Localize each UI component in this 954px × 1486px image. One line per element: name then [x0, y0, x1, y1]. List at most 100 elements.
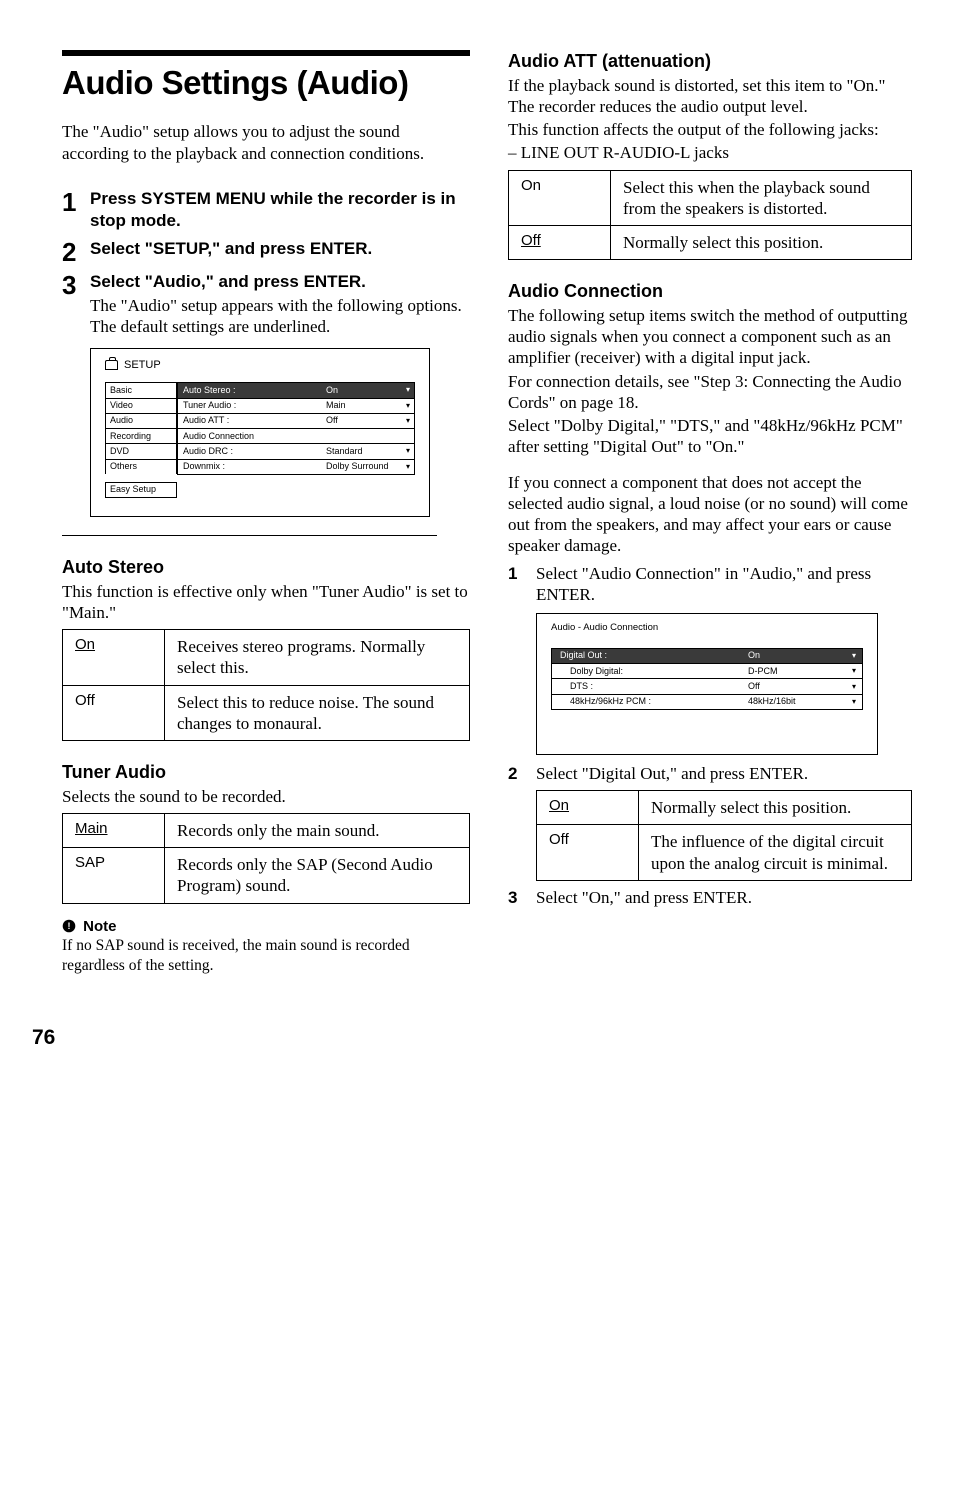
- note-icon: !: [62, 919, 76, 933]
- page-number: 76: [32, 1025, 470, 1051]
- setup-cat-dvd: DVD: [105, 443, 177, 458]
- chevron-down-icon: ▾: [406, 417, 410, 425]
- substep-3: 3 Select "On," and press ENTER.: [508, 887, 912, 908]
- table-row: Off Normally select this position.: [509, 226, 912, 260]
- setup-screenshot: SETUP Basic Video Audio Recording DVD Ot…: [90, 348, 430, 518]
- setup-row-audio-drc: Audio DRC : Standard▾: [177, 443, 415, 458]
- audio-att-p2: This function affects the output of the …: [508, 119, 912, 140]
- option-key: Main: [75, 820, 108, 837]
- audio-conn-p3: Select "Dolby Digital," "DTS," and "48kH…: [508, 415, 912, 458]
- ac-row-digital-out: Digital Out : On▾: [551, 648, 863, 663]
- option-desc: Receives stereo programs. Normally selec…: [165, 630, 470, 686]
- table-row: Off The influence of the digital circuit…: [537, 825, 912, 881]
- substep-text: Select "On," and press ENTER.: [536, 887, 912, 908]
- substep-number: 2: [508, 763, 536, 784]
- option-desc: Select this to reduce noise. The sound c…: [165, 685, 470, 741]
- option-desc: Normally select this position.: [611, 226, 912, 260]
- setup-options-list: Auto Stereo : On▾ Tuner Audio : Main▾ Au…: [177, 382, 415, 498]
- audio-conn-p4: If you connect a component that does not…: [508, 472, 912, 557]
- setup-cat-audio: Audio: [105, 413, 177, 428]
- audio-att-table: On Select this when the playback sound f…: [508, 170, 912, 261]
- chevron-down-icon: ▾: [406, 463, 410, 471]
- setup-cat-others: Others: [105, 459, 177, 474]
- digital-out-table: On Normally select this position. Off Th…: [536, 790, 912, 881]
- ui-title: Audio - Audio Connection: [551, 622, 863, 634]
- setup-row-downmix: Downmix : Dolby Surround▾: [177, 459, 415, 475]
- audio-conn-p1: The following setup items switch the met…: [508, 305, 912, 369]
- chevron-down-icon: ▾: [852, 652, 856, 660]
- setup-ui-title: SETUP: [105, 359, 415, 373]
- audio-connection-heading: Audio Connection: [508, 280, 912, 303]
- setup-title-text: SETUP: [124, 359, 161, 373]
- ac-row-pcm: 48kHz/96kHz PCM : 48kHz/16bit▾: [551, 694, 863, 710]
- substep-number: 3: [508, 887, 536, 908]
- substep-text: Select "Digital Out," and press ENTER.: [536, 763, 912, 784]
- svg-text:!: !: [68, 921, 71, 931]
- substep-number: 1: [508, 563, 536, 606]
- tuner-audio-heading: Tuner Audio: [62, 761, 470, 784]
- substep-text: Select "Audio Connection" in "Audio," an…: [536, 563, 912, 606]
- table-row: Off Select this to reduce noise. The sou…: [63, 685, 470, 741]
- step-number: 1: [62, 188, 90, 215]
- tuner-audio-table: Main Records only the main sound. SAP Re…: [62, 813, 470, 904]
- option-key: SAP: [63, 848, 165, 904]
- option-key: Off: [521, 232, 541, 249]
- option-key: Off: [63, 685, 165, 741]
- toolbox-icon: [105, 360, 118, 370]
- setup-row-tuner-audio: Tuner Audio : Main▾: [177, 398, 415, 413]
- table-row: On Select this when the playback sound f…: [509, 170, 912, 226]
- option-desc: Normally select this position.: [639, 791, 912, 825]
- chevron-down-icon: ▾: [406, 402, 410, 410]
- setup-row-audio-att: Audio ATT : Off▾: [177, 413, 415, 428]
- chevron-down-icon: ▾: [852, 667, 856, 675]
- note-heading: ! Note: [62, 918, 470, 937]
- step-heading: Select "SETUP," and press ENTER.: [90, 238, 470, 260]
- substep-2: 2 Select "Digital Out," and press ENTER.: [508, 763, 912, 784]
- intro-text: The "Audio" setup allows you to adjust t…: [62, 121, 470, 164]
- option-desc: Select this when the playback sound from…: [611, 170, 912, 226]
- table-row: Main Records only the main sound.: [63, 813, 470, 847]
- step-text: The "Audio" setup appears with the follo…: [90, 295, 470, 338]
- tuner-audio-para: Selects the sound to be recorded.: [62, 786, 470, 807]
- chevron-down-icon: ▾: [406, 386, 410, 394]
- chevron-down-icon: ▾: [852, 683, 856, 691]
- setup-row-audio-connection: Audio Connection: [177, 428, 415, 443]
- audio-att-heading: Audio ATT (attenuation): [508, 50, 912, 73]
- title-rule: [62, 50, 470, 56]
- divider: [62, 535, 437, 536]
- setup-cat-recording: Recording: [105, 428, 177, 443]
- step-heading: Select "Audio," and press ENTER.: [90, 271, 470, 293]
- auto-stereo-table: On Receives stereo programs. Normally se…: [62, 629, 470, 741]
- step-number: 2: [62, 238, 90, 265]
- option-key: On: [75, 636, 95, 653]
- step-heading: Press SYSTEM MENU while the recorder is …: [90, 188, 470, 232]
- step-3: 3 Select "Audio," and press ENTER. The "…: [62, 271, 470, 338]
- auto-stereo-para: This function is effective only when "Tu…: [62, 581, 470, 624]
- ac-row-dolby: Dolby Digital: D-PCM▾: [551, 663, 863, 678]
- option-desc: Records only the SAP (Second Audio Progr…: [165, 848, 470, 904]
- audio-connection-screenshot: Audio - Audio Connection Digital Out : O…: [536, 613, 878, 755]
- audio-conn-p2: For connection details, see "Step 3: Con…: [508, 371, 912, 414]
- option-desc: Records only the main sound.: [165, 813, 470, 847]
- auto-stereo-heading: Auto Stereo: [62, 556, 470, 579]
- audio-att-p3: – LINE OUT R-AUDIO-L jacks: [508, 142, 912, 163]
- option-desc: The influence of the digital circuit upo…: [639, 825, 912, 881]
- table-row: On Receives stereo programs. Normally se…: [63, 630, 470, 686]
- step-1: 1 Press SYSTEM MENU while the recorder i…: [62, 188, 470, 232]
- setup-cat-basic: Basic: [105, 382, 177, 397]
- option-key: On: [549, 797, 569, 814]
- table-row: On Normally select this position.: [537, 791, 912, 825]
- page-title: Audio Settings (Audio): [62, 62, 470, 103]
- setup-row-auto-stereo: Auto Stereo : On▾: [177, 382, 415, 397]
- table-row: SAP Records only the SAP (Second Audio P…: [63, 848, 470, 904]
- option-key: Off: [537, 825, 639, 881]
- setup-category-list: Basic Video Audio Recording DVD Others E…: [105, 382, 177, 498]
- ac-row-dts: DTS : Off▾: [551, 678, 863, 693]
- chevron-down-icon: ▾: [406, 447, 410, 455]
- substep-1: 1 Select "Audio Connection" in "Audio," …: [508, 563, 912, 606]
- step-number: 3: [62, 271, 90, 298]
- option-key: On: [509, 170, 611, 226]
- setup-cat-video: Video: [105, 398, 177, 413]
- note-text: If no SAP sound is received, the main so…: [62, 936, 470, 975]
- audio-att-p1: If the playback sound is distorted, set …: [508, 75, 912, 118]
